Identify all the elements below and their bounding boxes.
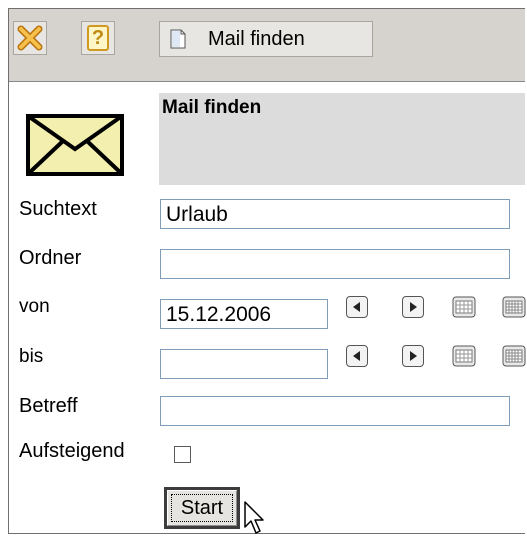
calendar-icon[interactable] <box>452 296 476 318</box>
aufsteigend-checkbox[interactable] <box>174 446 191 463</box>
von-label: von <box>19 296 50 317</box>
calendar-grid-icon[interactable] <box>502 345 526 367</box>
bis-date-input[interactable] <box>160 349 328 379</box>
suchtext-input[interactable] <box>160 199 510 229</box>
close-icon <box>17 25 43 51</box>
bis-prev-button[interactable] <box>346 345 368 367</box>
von-next-button[interactable] <box>402 296 424 318</box>
betreff-input[interactable] <box>160 396 510 426</box>
triangle-right-icon <box>410 351 417 361</box>
toolbar: ? Mail finden <box>9 9 525 82</box>
bis-next-button[interactable] <box>402 345 424 367</box>
start-button[interactable]: Start <box>164 487 240 529</box>
triangle-left-icon <box>353 351 360 361</box>
document-icon <box>170 29 186 49</box>
start-button-label: Start <box>180 496 224 519</box>
ordner-label: Ordner <box>19 247 82 269</box>
help-icon: ? <box>87 25 109 51</box>
mouse-cursor-icon <box>244 501 264 534</box>
bis-label: bis <box>19 346 44 367</box>
triangle-left-icon <box>353 302 360 312</box>
calendar-grid-icon[interactable] <box>502 296 526 318</box>
tab-mail-finden[interactable]: Mail finden <box>159 21 373 57</box>
envelope-icon <box>26 114 124 176</box>
close-button[interactable] <box>13 21 47 55</box>
mail-finden-window: ? Mail finden Mail finden Suchtext Ordne… <box>8 8 526 534</box>
help-button[interactable]: ? <box>81 21 115 55</box>
von-date-input[interactable] <box>160 299 328 329</box>
von-prev-button[interactable] <box>346 296 368 318</box>
ordner-input[interactable] <box>160 249 510 279</box>
aufsteigend-label: Aufsteigend <box>19 440 125 462</box>
tab-label: Mail finden <box>208 27 305 50</box>
betreff-label: Betreff <box>19 395 78 417</box>
calendar-icon[interactable] <box>452 345 476 367</box>
title-panel: Mail finden <box>159 93 525 185</box>
triangle-right-icon <box>410 302 417 312</box>
page-title: Mail finden <box>162 97 262 118</box>
suchtext-label: Suchtext <box>19 198 97 220</box>
help-icon-glyph: ? <box>91 26 105 49</box>
